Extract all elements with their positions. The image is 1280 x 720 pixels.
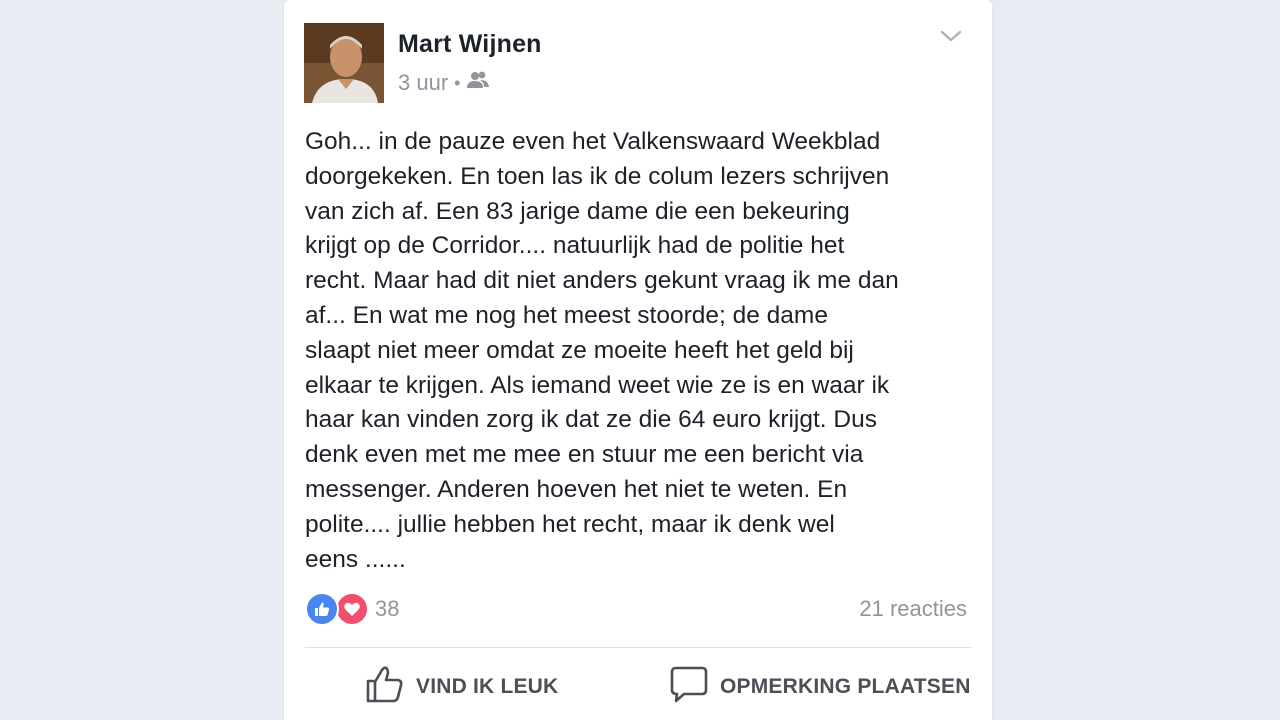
avatar-photo <box>304 23 384 103</box>
post-text: Goh... in de pauze even het Valkenswaard… <box>305 128 899 573</box>
comment-button[interactable]: OPMERKING PLAATSEN <box>668 664 971 710</box>
comment-button-label: OPMERKING PLAATSEN <box>720 675 971 698</box>
post-timestamp[interactable]: 3 uur <box>398 70 448 96</box>
author-name[interactable]: Mart Wijnen <box>398 30 542 59</box>
post-options-chevron-icon[interactable] <box>936 26 966 46</box>
friends-icon <box>466 70 490 96</box>
post-card: Mart Wijnen 3 uur • Goh... in de pauze e… <box>284 0 992 720</box>
reaction-count: 38 <box>375 596 400 621</box>
meta-separator: • <box>454 72 461 93</box>
post-meta: 3 uur • <box>398 70 490 96</box>
love-reaction-icon <box>335 592 369 626</box>
speech-bubble-icon <box>668 663 710 711</box>
like-reaction-icon <box>305 592 339 626</box>
thumbs-up-icon <box>364 663 406 711</box>
avatar[interactable] <box>304 23 384 103</box>
reactions-summary[interactable]: 38 <box>305 592 399 626</box>
comments-count[interactable]: 21 reacties <box>859 596 967 622</box>
like-button[interactable]: VIND IK LEUK <box>364 664 558 710</box>
like-button-label: VIND IK LEUK <box>416 675 559 698</box>
actions-divider <box>305 647 971 648</box>
